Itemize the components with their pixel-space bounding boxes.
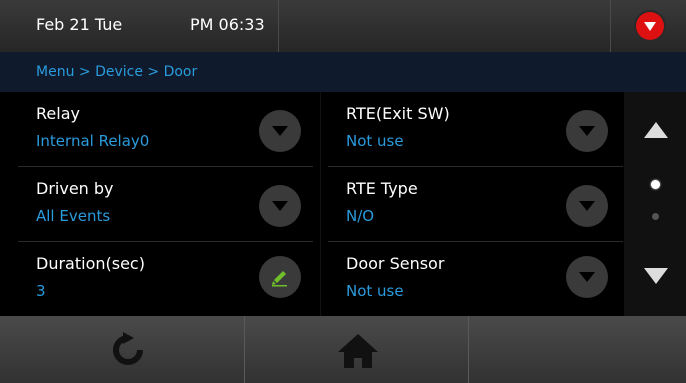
column-divider <box>320 92 321 316</box>
setting-driven-by[interactable]: Driven by All Events <box>18 167 313 241</box>
setting-rte-exit-sw[interactable]: RTE(Exit SW) Not use <box>328 92 623 166</box>
dropdown-button[interactable] <box>566 256 608 298</box>
home-icon <box>338 334 378 368</box>
setting-label: Relay <box>36 104 80 123</box>
breadcrumb-text[interactable]: Menu > Device > Door <box>36 64 197 80</box>
edit-button[interactable] <box>259 256 301 298</box>
alert-button[interactable] <box>636 12 664 40</box>
dropdown-button[interactable] <box>566 185 608 227</box>
chevron-down-icon <box>579 201 595 211</box>
chevron-down-icon <box>272 126 288 136</box>
setting-duration[interactable]: Duration(sec) 3 <box>18 242 313 316</box>
setting-rte-type[interactable]: RTE Type N/O <box>328 167 623 241</box>
setting-label: RTE(Exit SW) <box>346 104 450 123</box>
pencil-icon <box>272 271 287 287</box>
setting-value: Internal Relay0 <box>36 132 150 150</box>
setting-value: N/O <box>346 207 375 225</box>
setting-label: RTE Type <box>346 179 418 198</box>
setting-label: Driven by <box>36 179 114 198</box>
setting-value: Not use <box>346 282 404 300</box>
page-indicator-active <box>651 180 660 189</box>
scroll-down-button[interactable] <box>644 268 668 284</box>
dropdown-button[interactable] <box>566 110 608 152</box>
setting-door-sensor[interactable]: Door Sensor Not use <box>328 242 623 316</box>
chevron-down-icon <box>644 21 656 31</box>
refresh-icon <box>113 332 143 365</box>
bottom-divider <box>468 316 469 383</box>
page-indicator <box>652 213 659 220</box>
setting-label: Door Sensor <box>346 254 445 273</box>
status-divider <box>278 0 279 52</box>
date-text: Feb 21 Tue <box>36 15 123 34</box>
setting-value: 3 <box>36 282 46 300</box>
dropdown-button[interactable] <box>259 185 301 227</box>
triangle-up-icon <box>644 122 668 138</box>
scroll-up-button[interactable] <box>644 122 668 138</box>
status-divider <box>610 0 611 52</box>
refresh-button[interactable] <box>108 330 148 370</box>
triangle-down-icon <box>644 268 668 284</box>
setting-label: Duration(sec) <box>36 254 145 273</box>
setting-relay[interactable]: Relay Internal Relay0 <box>18 92 313 166</box>
chevron-down-icon <box>272 201 288 211</box>
dropdown-button[interactable] <box>259 110 301 152</box>
chevron-down-icon <box>579 272 595 282</box>
setting-value: All Events <box>36 207 111 225</box>
home-button[interactable] <box>336 330 380 370</box>
time-text: PM 06:33 <box>190 15 265 34</box>
breadcrumb: Menu > Device > Door <box>0 52 686 92</box>
bottom-divider <box>244 316 245 383</box>
chevron-down-icon <box>579 126 595 136</box>
setting-value: Not use <box>346 132 404 150</box>
